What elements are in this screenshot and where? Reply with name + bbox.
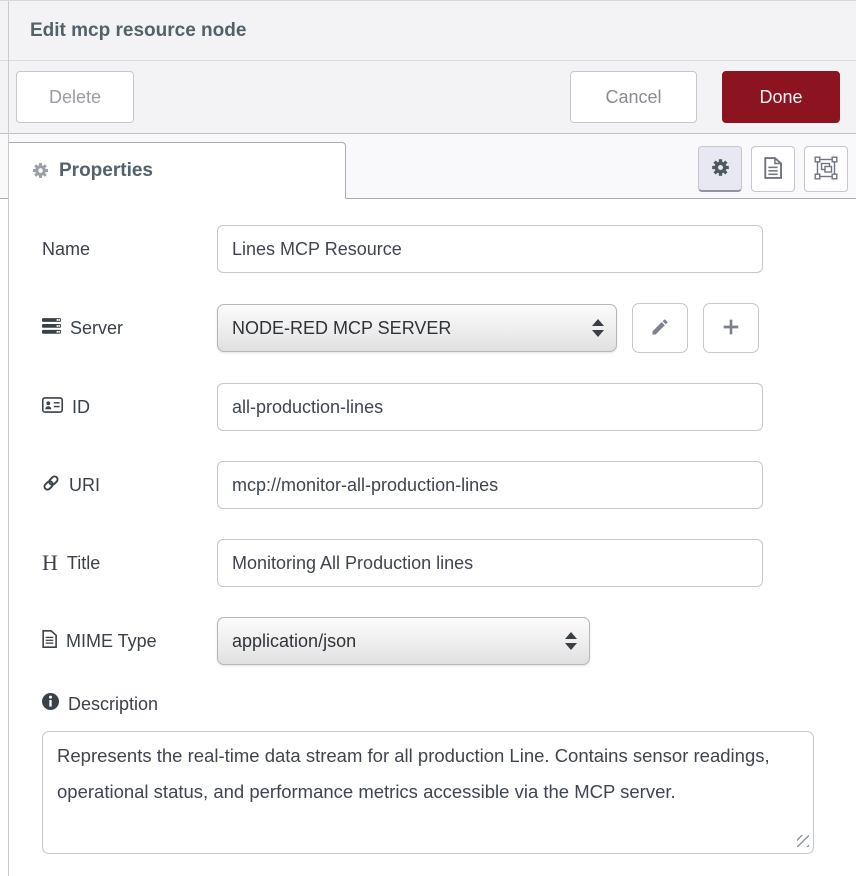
document-icon: [764, 157, 782, 182]
form-row-uri: URI: [42, 461, 814, 509]
name-input[interactable]: [217, 225, 763, 273]
form-row-mime: MIME Type application/json: [42, 617, 814, 665]
server-select[interactable]: NODE-RED MCP SERVER: [217, 304, 617, 352]
link-icon: [42, 474, 60, 497]
description-wrap: Represents the real-time data stream for…: [42, 731, 814, 854]
uri-input[interactable]: [217, 461, 763, 509]
tab-bar: Properties: [0, 134, 856, 199]
edit-node-dialog: Edit mcp resource node Delete Cancel Don…: [0, 0, 856, 876]
info-icon: [42, 693, 59, 715]
title-label-text: Title: [67, 553, 100, 574]
mime-controls: application/json: [217, 617, 763, 665]
gear-icon: [711, 158, 730, 180]
properties-view-button[interactable]: [698, 146, 742, 192]
mime-label: MIME Type: [42, 630, 217, 653]
heading-icon: H: [42, 552, 58, 574]
mime-select-value: application/json: [232, 631, 557, 652]
id-label-text: ID: [72, 397, 90, 418]
uri-label-text: URI: [69, 475, 100, 496]
server-label: Server: [42, 318, 217, 339]
id-card-icon: [42, 397, 63, 418]
title-label: H Title: [42, 552, 217, 574]
id-label: ID: [42, 397, 217, 418]
dialog-title: Edit mcp resource node: [30, 20, 246, 42]
pencil-icon: [650, 317, 670, 340]
edit-server-button[interactable]: [632, 303, 688, 353]
dialog-toolbar: Delete Cancel Done: [0, 61, 856, 134]
form-row-name: Name: [42, 225, 814, 273]
file-icon: [42, 630, 57, 653]
view-buttons: [698, 146, 848, 192]
done-button[interactable]: Done: [722, 71, 840, 123]
plus-icon: [721, 317, 741, 340]
select-arrows-icon: [565, 632, 577, 650]
description-textarea[interactable]: Represents the real-time data stream for…: [42, 731, 814, 854]
cancel-button[interactable]: Cancel: [570, 71, 697, 123]
form-row-title: H Title: [42, 539, 814, 587]
description-view-button[interactable]: [751, 146, 795, 192]
appearance-view-button[interactable]: [804, 146, 848, 192]
gear-icon: [32, 162, 49, 179]
server-select-value: NODE-RED MCP SERVER: [232, 318, 584, 339]
tab-properties-label: Properties: [59, 160, 153, 182]
name-label: Name: [42, 239, 217, 260]
properties-form: Name: [0, 199, 856, 854]
add-server-button[interactable]: [703, 303, 759, 353]
description-label-text: Description: [68, 694, 158, 715]
uri-label: URI: [42, 474, 217, 497]
form-row-id: ID: [42, 383, 814, 431]
name-label-text: Name: [42, 239, 90, 260]
tab-properties[interactable]: Properties: [8, 142, 346, 199]
select-arrows-icon: [592, 319, 604, 337]
description-label: Description: [42, 693, 814, 715]
delete-button[interactable]: Delete: [16, 71, 134, 123]
server-controls: NODE-RED MCP SERVER: [217, 303, 763, 353]
server-label-text: Server: [70, 318, 123, 339]
form-row-server: Server NODE-RED MCP SERVER: [42, 303, 814, 353]
server-icon: [42, 318, 61, 339]
id-input[interactable]: [217, 383, 763, 431]
mime-select[interactable]: application/json: [217, 617, 590, 665]
mime-label-text: MIME Type: [66, 631, 157, 652]
dialog-header: Edit mcp resource node: [0, 1, 856, 61]
appearance-icon: [814, 156, 838, 183]
title-input[interactable]: [217, 539, 763, 587]
